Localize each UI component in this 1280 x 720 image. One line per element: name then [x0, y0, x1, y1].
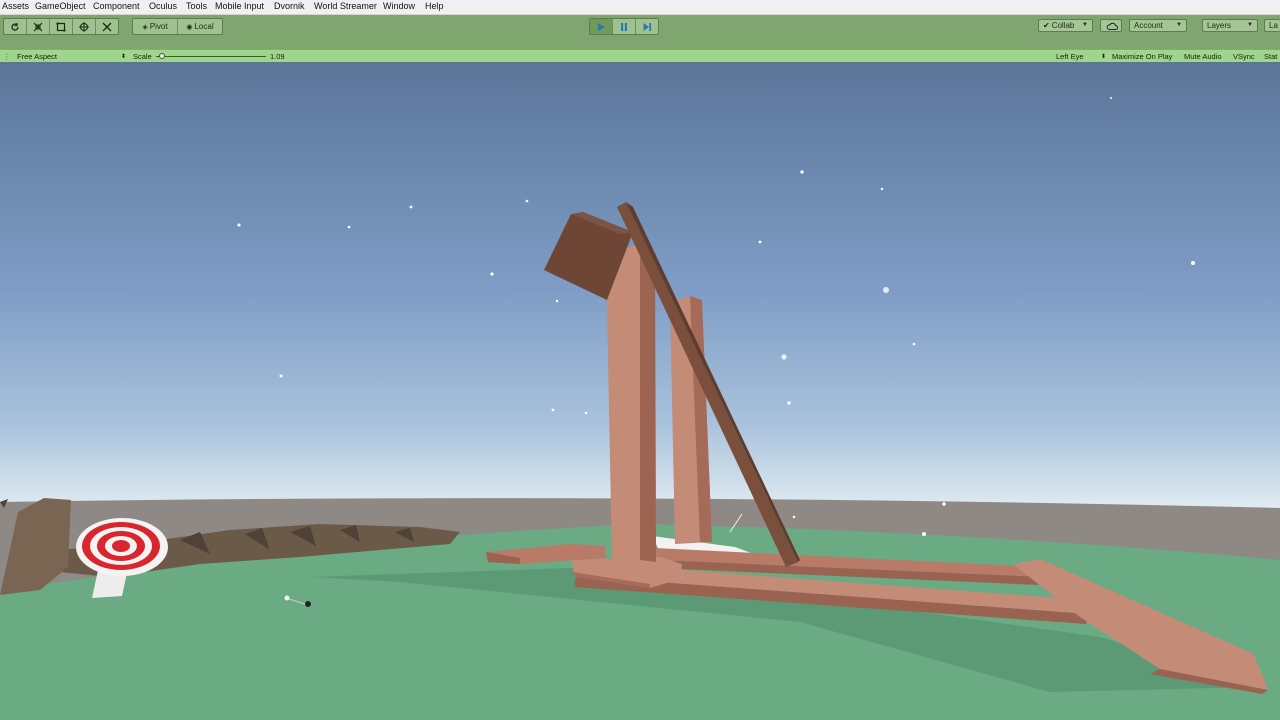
transform-tools — [3, 18, 119, 35]
layout-dropdown[interactable]: La — [1264, 19, 1280, 32]
pivot-local-group: ◈ Pivot ◉ Local — [132, 18, 223, 35]
transform-tool-icon — [79, 21, 89, 32]
chevron-down-icon: ▼ — [1247, 22, 1253, 28]
play-controls — [589, 18, 659, 35]
layers-dropdown[interactable]: Layers ▼ — [1202, 19, 1258, 32]
cloud-icon — [1106, 22, 1118, 30]
rotate-tool-icon — [11, 22, 19, 31]
collab-dropdown[interactable]: ✔ Collab ▼ — [1038, 19, 1093, 32]
scale-label: Scale — [133, 52, 152, 61]
layers-label: Layers — [1207, 21, 1232, 30]
aspect-dropdown[interactable]: Free Aspect — [17, 52, 57, 61]
menu-world-streamer[interactable]: World Streamer — [314, 1, 377, 11]
pivot-label: Pivot — [149, 22, 168, 31]
menu-bar: Assets GameObject Component Oculus Tools… — [0, 0, 1280, 15]
step-button[interactable] — [636, 19, 658, 34]
custom-tool-icon — [102, 22, 112, 31]
pivot-icon: ◈ — [142, 23, 148, 31]
rect-tool-button[interactable] — [50, 19, 73, 34]
chevron-icon: ⬍ — [121, 54, 127, 60]
menu-component[interactable]: Component — [93, 1, 140, 11]
scale-tool-icon — [33, 22, 43, 31]
eye-dropdown[interactable]: Left Eye — [1056, 52, 1084, 61]
stats-toggle[interactable]: Stat — [1264, 52, 1277, 61]
main-toolbar: ◈ Pivot ◉ Local ✔ Collab ▼ Account ▼ Lay… — [0, 15, 1280, 38]
collab-label: Collab — [1051, 21, 1075, 30]
pause-icon — [621, 22, 627, 31]
account-dropdown[interactable]: Account ▼ — [1129, 19, 1187, 32]
local-toggle[interactable]: ◉ Local — [178, 19, 222, 34]
vsync-toggle[interactable]: VSync — [1233, 52, 1255, 61]
menu-gameobject[interactable]: GameObject — [35, 1, 86, 11]
scale-slider-thumb[interactable] — [158, 53, 165, 59]
play-button[interactable] — [590, 19, 613, 34]
menu-dvornik[interactable]: Dvornik — [274, 1, 305, 11]
menu-oculus[interactable]: Oculus — [149, 1, 177, 11]
transform-tool-button[interactable] — [73, 19, 96, 34]
menu-window[interactable]: Window — [383, 1, 415, 11]
menu-tools[interactable]: Tools — [186, 1, 207, 11]
mute-audio-toggle[interactable]: Mute Audio — [1184, 52, 1222, 61]
toolbar-spacer — [0, 38, 1280, 49]
check-icon: ✔ — [1043, 21, 1050, 30]
scale-value: 1.09 — [270, 52, 285, 61]
rect-tool-icon — [56, 22, 66, 31]
menu-assets[interactable]: Assets — [2, 1, 29, 11]
pivot-toggle[interactable]: ◈ Pivot — [133, 19, 178, 34]
cloud-button[interactable] — [1100, 19, 1122, 32]
scale-tool-button[interactable] — [27, 19, 50, 34]
maximize-on-play-toggle[interactable]: Maximize On Play — [1112, 52, 1172, 61]
layout-label: La — [1269, 21, 1278, 30]
local-label: Local — [194, 22, 214, 31]
account-label: Account — [1134, 21, 1163, 30]
pause-button[interactable] — [613, 19, 636, 34]
scale-slider-track[interactable] — [156, 56, 266, 57]
game-viewport[interactable] — [0, 62, 1280, 720]
chevron-down-icon: ▼ — [1176, 22, 1182, 28]
chevron-icon: ⬍ — [1101, 54, 1107, 60]
custom-tool-button[interactable] — [96, 19, 118, 34]
menu-mobile-input[interactable]: Mobile Input — [215, 1, 264, 11]
menu-dots-icon[interactable]: ⋮ — [3, 52, 11, 61]
play-icon — [598, 22, 605, 31]
menu-help[interactable]: Help — [425, 1, 444, 11]
step-icon — [643, 22, 652, 31]
local-icon: ◉ — [186, 23, 193, 31]
chevron-down-icon: ▼ — [1082, 22, 1088, 28]
rotate-tool-button[interactable] — [4, 19, 27, 34]
